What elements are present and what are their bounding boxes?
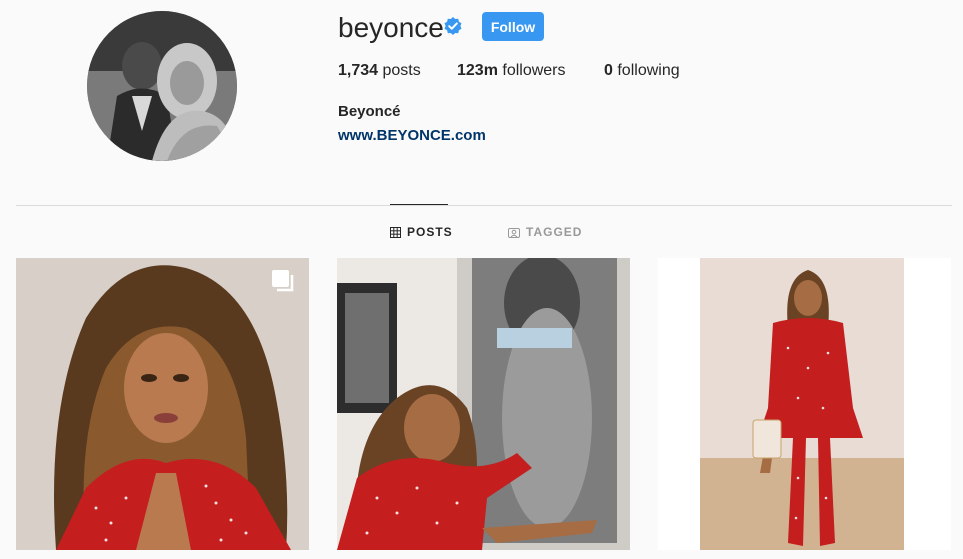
tagged-icon — [508, 227, 520, 238]
followers-count: 123m — [457, 62, 498, 79]
following-count: 0 — [604, 62, 613, 79]
grid-icon — [390, 226, 401, 238]
tab-tagged[interactable]: TAGGED — [508, 225, 582, 239]
post-thumbnail[interactable] — [337, 258, 630, 550]
following-stat[interactable]: 0 following — [604, 61, 680, 81]
post-image — [337, 258, 630, 550]
post-image — [16, 258, 309, 550]
verified-badge-icon — [444, 17, 462, 35]
profile-full-name: Beyoncé — [338, 103, 401, 120]
post-thumbnail[interactable] — [16, 258, 309, 550]
tab-posts[interactable]: POSTS — [390, 225, 453, 239]
avatar-photo — [87, 11, 237, 161]
profile-website-link[interactable]: www.BEYONCE.com — [338, 127, 486, 144]
tab-posts-label: POSTS — [407, 225, 453, 239]
posts-count: 1,734 — [338, 62, 379, 79]
tabs-divider — [16, 205, 952, 206]
profile-avatar[interactable] — [87, 11, 237, 161]
post-image — [658, 258, 951, 550]
tab-tagged-label: TAGGED — [526, 225, 583, 239]
following-label: following — [617, 62, 680, 79]
profile-username: beyonce — [338, 12, 444, 43]
post-thumbnail[interactable] — [658, 258, 951, 550]
posts-stat[interactable]: 1,734 posts — [338, 61, 421, 81]
followers-stat[interactable]: 123m followers — [457, 61, 566, 81]
followers-label: followers — [502, 62, 566, 79]
posts-label: posts — [382, 62, 421, 79]
follow-button[interactable]: Follow — [482, 12, 544, 41]
multiple-photos-icon — [272, 270, 294, 292]
active-tab-indicator — [390, 204, 448, 205]
